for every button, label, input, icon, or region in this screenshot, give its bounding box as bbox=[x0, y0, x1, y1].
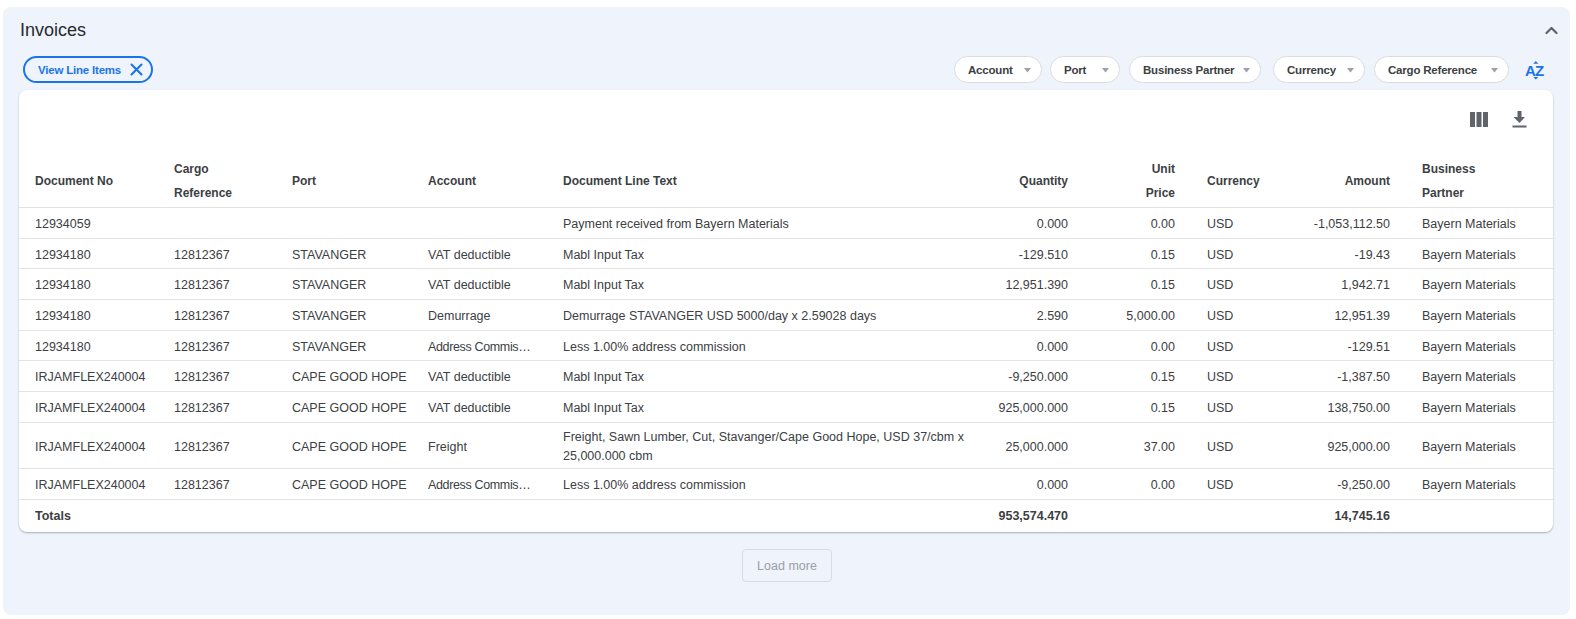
svg-text:Z: Z bbox=[1535, 62, 1544, 79]
